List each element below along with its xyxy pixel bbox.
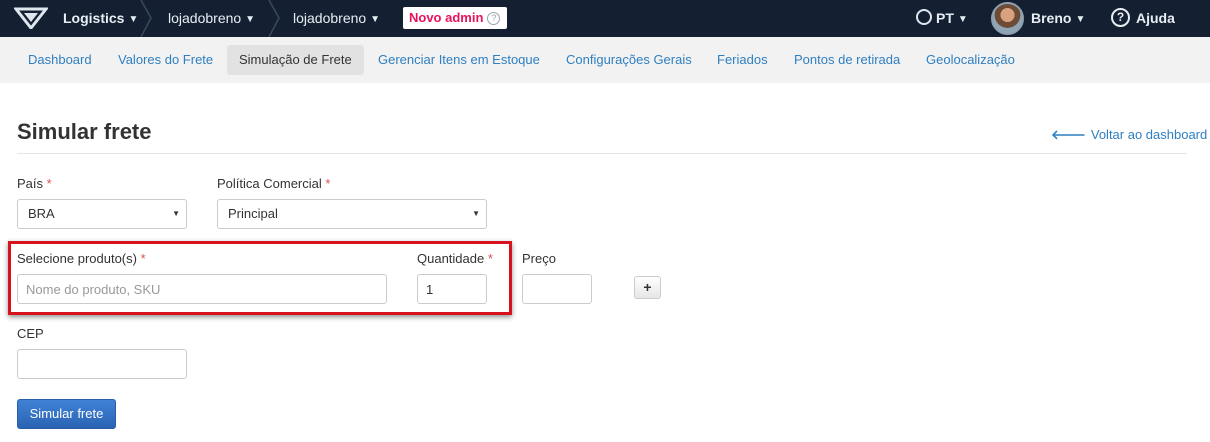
quantity-input[interactable]	[417, 274, 487, 304]
required-mark: *	[140, 251, 146, 266]
country-select[interactable]: BRA	[17, 199, 187, 229]
breadcrumb-separator-icon	[140, 0, 152, 37]
language-switcher[interactable]: PT ▼	[936, 0, 968, 37]
store-name: lojadobreno	[293, 10, 367, 26]
arrow-left-icon: 🡐	[1051, 127, 1086, 142]
chevron-down-icon: ▼	[245, 14, 256, 25]
tab-feriados[interactable]: Feriados	[705, 45, 780, 75]
cep-label: CEP	[17, 326, 44, 341]
chevron-down-icon: ▼	[370, 14, 381, 25]
tab-geolocalizacao[interactable]: Geolocalização	[914, 45, 1027, 75]
question-icon: ?	[487, 12, 501, 25]
country-value: BRA	[28, 206, 55, 221]
new-admin-label: Novo admin	[409, 10, 484, 25]
tab-pontos-de-retirada[interactable]: Pontos de retirada	[782, 45, 912, 75]
language-code: PT	[936, 10, 954, 26]
tab-valores-do-frete[interactable]: Valores do Frete	[106, 45, 225, 75]
account-switcher[interactable]: lojadobreno ▼	[168, 0, 255, 37]
policy-label: Política Comercial *	[217, 176, 330, 191]
policy-label-text: Política Comercial	[217, 176, 322, 191]
breadcrumb-separator-icon	[268, 0, 280, 37]
required-mark: *	[325, 176, 331, 191]
required-mark: *	[46, 176, 52, 191]
user-name: Breno	[1031, 10, 1072, 26]
store-switcher[interactable]: lojadobreno ▼	[293, 0, 380, 37]
price-label: Preço	[522, 251, 556, 266]
tab-dashboard[interactable]: Dashboard	[16, 45, 104, 75]
back-to-dashboard-link[interactable]: 🡐 Voltar ao dashboard	[1051, 127, 1207, 143]
simulate-freight-button[interactable]: Simular frete	[17, 399, 116, 429]
help-icon[interactable]: ?	[1111, 8, 1130, 27]
product-label-text: Selecione produto(s)	[17, 251, 137, 266]
tab-gerenciar-itens[interactable]: Gerenciar Itens em Estoque	[366, 45, 552, 75]
top-bar: Logistics ▼ lojadobreno ▼ lojadobreno ▼ Nov…	[0, 0, 1210, 37]
product-search-input[interactable]	[17, 274, 387, 304]
new-admin-badge[interactable]: Novo admin?	[403, 7, 507, 29]
help-link[interactable]: Ajuda	[1136, 0, 1175, 37]
policy-select[interactable]: Principal	[217, 199, 487, 229]
quantity-label-text: Quantidade	[417, 251, 485, 266]
avatar[interactable]	[991, 2, 1024, 35]
app-switcher[interactable]: Logistics ▼	[63, 0, 138, 37]
module-nav: Dashboard Valores do Frete Simulação de …	[0, 37, 1210, 83]
tab-configuracoes-gerais[interactable]: Configurações Gerais	[554, 45, 704, 75]
page-title: Simular frete	[17, 119, 152, 144]
vtex-logo-icon[interactable]	[14, 7, 48, 29]
account-name: lojadobreno	[168, 10, 242, 26]
app-name: Logistics	[63, 10, 125, 26]
country-label: País *	[17, 176, 52, 191]
back-link-label: Voltar ao dashboard	[1090, 127, 1208, 142]
add-product-button[interactable]: +	[634, 276, 661, 299]
required-mark: *	[487, 251, 493, 266]
policy-value: Principal	[228, 206, 278, 221]
country-label-text: País	[17, 176, 44, 191]
cep-input[interactable]	[17, 349, 187, 379]
globe-icon[interactable]	[916, 9, 932, 25]
chevron-down-icon: ▼	[128, 14, 139, 25]
chevron-down-icon: ▼	[1075, 14, 1086, 25]
divider	[17, 153, 1187, 154]
quantity-label: Quantidade *	[417, 251, 493, 266]
chevron-down-icon: ▼	[957, 14, 968, 25]
price-input[interactable]	[522, 274, 592, 304]
tab-simulacao-de-frete[interactable]: Simulação de Frete	[227, 45, 364, 75]
user-menu[interactable]: Breno ▼	[1031, 0, 1085, 37]
product-label: Selecione produto(s) *	[17, 251, 146, 266]
